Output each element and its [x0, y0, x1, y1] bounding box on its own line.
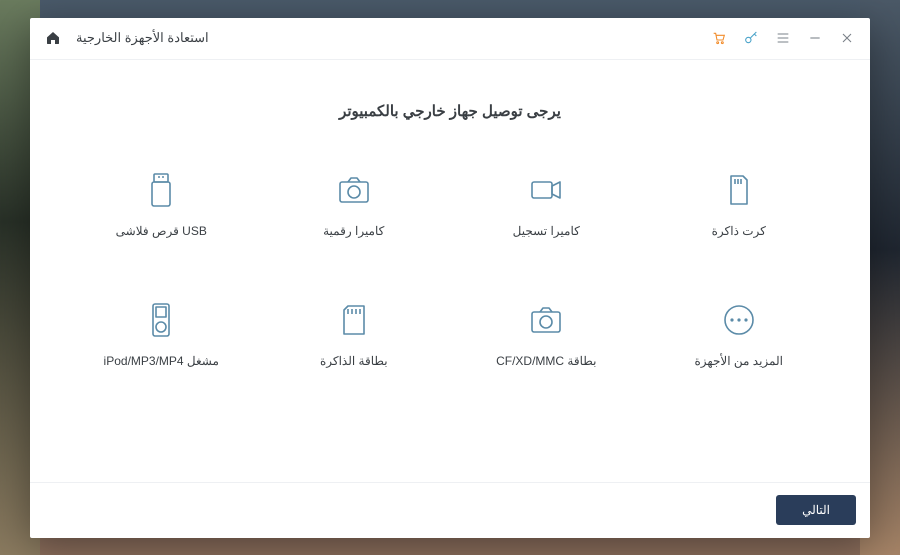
page-heading: يرجى توصيل جهاز خارجي بالكمبيوتر — [339, 102, 561, 120]
device-label: USB قرص فلاشى — [116, 224, 207, 238]
cf-card-icon — [524, 298, 568, 342]
more-icon — [717, 298, 761, 342]
device-label: كاميرا تسجيل — [513, 224, 580, 238]
camera-icon — [332, 168, 376, 212]
device-ipod-mp3[interactable]: مشغل iPod/MP3/MP4 — [70, 298, 253, 368]
device-label: المزيد من الأجهزة — [695, 354, 783, 368]
media-player-icon — [139, 298, 183, 342]
content-area: يرجى توصيل جهاز خارجي بالكمبيوتر USB قرص… — [30, 60, 870, 482]
device-label: بطاقة الذاكرة — [320, 354, 388, 368]
next-button[interactable]: التالي — [776, 495, 856, 525]
menu-icon[interactable] — [774, 29, 792, 47]
device-label: كرت ذاكرة — [712, 224, 766, 238]
device-camcorder[interactable]: كاميرا تسجيل — [455, 168, 638, 238]
app-window: استعادة الأجهزة الخارجية يرجى توصيل جهاز… — [30, 18, 870, 538]
device-more[interactable]: المزيد من الأجهزة — [648, 298, 831, 368]
camcorder-icon — [524, 168, 568, 212]
device-memory-card[interactable]: كرت ذاكرة — [648, 168, 831, 238]
device-cf-xd-mmc[interactable]: بطاقة CF/XD/MMC — [455, 298, 638, 368]
titlebar: استعادة الأجهزة الخارجية — [30, 18, 870, 60]
footer: التالي — [30, 482, 870, 538]
window-title: استعادة الأجهزة الخارجية — [76, 30, 209, 46]
usb-flash-icon — [139, 168, 183, 212]
device-memory-card-2[interactable]: بطاقة الذاكرة — [263, 298, 446, 368]
minimize-icon[interactable] — [806, 29, 824, 47]
key-icon[interactable] — [742, 29, 760, 47]
memory-card-icon — [332, 298, 376, 342]
sd-card-icon — [717, 168, 761, 212]
device-usb-flash[interactable]: USB قرص فلاشى — [70, 168, 253, 238]
device-grid: USB قرص فلاشى كاميرا رقمية كاميرا تسجيل … — [70, 168, 830, 368]
device-label: بطاقة CF/XD/MMC — [496, 354, 596, 368]
home-icon[interactable] — [44, 29, 62, 47]
close-icon[interactable] — [838, 29, 856, 47]
device-digital-camera[interactable]: كاميرا رقمية — [263, 168, 446, 238]
device-label: كاميرا رقمية — [323, 224, 384, 238]
cart-icon[interactable] — [710, 29, 728, 47]
device-label: مشغل iPod/MP3/MP4 — [104, 354, 219, 368]
